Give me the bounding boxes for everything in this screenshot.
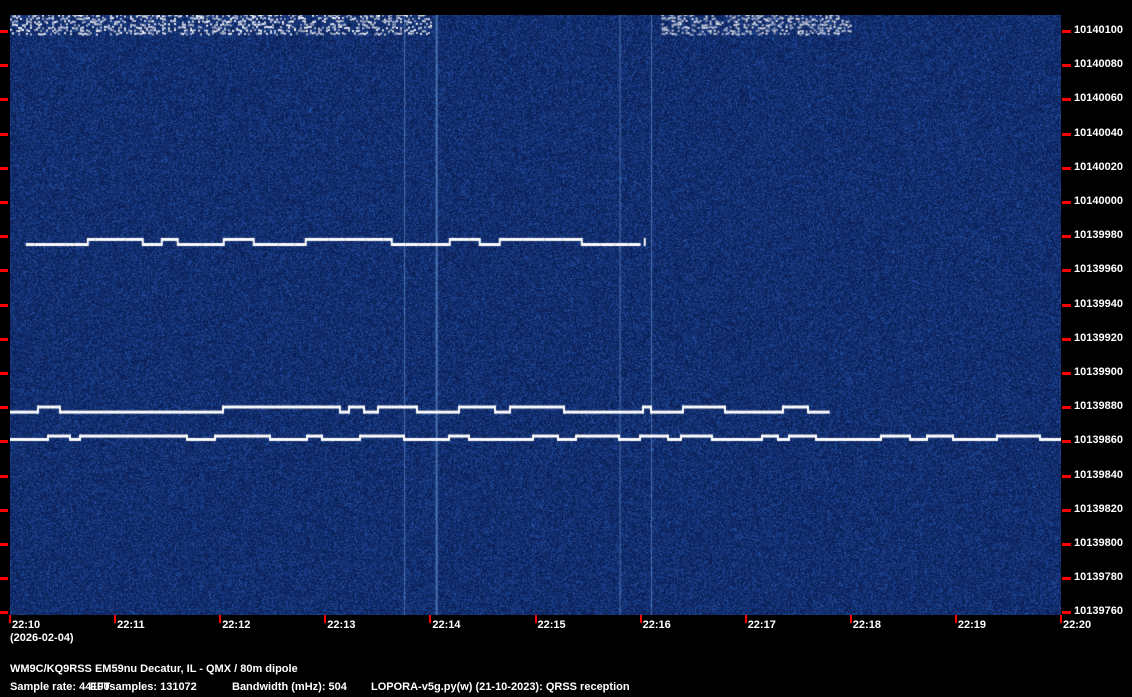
software-info: LOPORA-v5g.py(w) (21-10-2023): QRSS rece… (371, 681, 630, 693)
y-tick-mark (1062, 406, 1071, 410)
y-tick-label: 10140100 (1074, 24, 1123, 36)
y-tick-mark (1062, 577, 1071, 581)
x-tick-label: 22:17 (747, 619, 776, 631)
y-tick-label: 10139920 (1074, 331, 1123, 344)
y-tick-mark (1062, 303, 1071, 307)
x-tick-label: 22:13 (327, 619, 356, 631)
y-tick-mark (0, 337, 8, 341)
x-tick-mark (534, 615, 537, 623)
x-tick-mark (9, 615, 11, 623)
y-tick-label: 10139780 (1074, 571, 1123, 584)
x-tick-label: 22:20 (1063, 619, 1092, 631)
bandwidth: Bandwidth (mHz): 504 (232, 681, 347, 693)
y-tick-label: 10139980 (1074, 229, 1123, 242)
y-tick-mark (1062, 372, 1071, 375)
y-tick-label: 10140040 (1074, 126, 1123, 139)
x-tick-mark (114, 615, 117, 623)
y-tick-mark (0, 474, 8, 478)
x-tick-mark (954, 615, 957, 623)
y-tick-label: 10139800 (1074, 537, 1123, 549)
x-tick-label: 22:14 (432, 619, 461, 631)
y-tick-label: 10140000 (1074, 195, 1123, 207)
station-info: WM9C/KQ9RSS EM59nu Decatur, IL - QMX / 8… (10, 663, 298, 675)
y-tick-mark (0, 577, 8, 581)
y-tick-label: 10140020 (1074, 160, 1123, 173)
y-tick-mark (0, 98, 8, 102)
x-tick-mark (744, 615, 747, 623)
y-tick-mark (0, 611, 8, 615)
y-tick-mark (1062, 508, 1071, 512)
y-tick-label: 10140060 (1074, 92, 1123, 105)
waterfall-plot (10, 15, 1061, 615)
y-tick-mark (0, 166, 8, 170)
y-tick-label: 10139960 (1074, 263, 1123, 276)
y-tick-mark (1062, 30, 1071, 33)
y-tick-label: 10139880 (1074, 400, 1123, 413)
y-tick-mark (0, 132, 8, 136)
y-tick-label: 10140080 (1074, 58, 1123, 71)
y-tick-mark (0, 508, 8, 512)
y-tick-label: 10139760 (1074, 605, 1123, 618)
x-tick-mark (324, 615, 327, 623)
y-tick-mark (1062, 269, 1071, 273)
y-tick-label: 10139900 (1074, 366, 1123, 378)
x-tick-mark (849, 615, 852, 623)
x-tick-label: 22:10 (12, 619, 41, 631)
y-tick-mark (1062, 166, 1071, 170)
y-tick-mark (1062, 337, 1071, 341)
y-tick-mark (0, 440, 8, 444)
y-tick-mark (0, 406, 8, 410)
y-tick-mark (1062, 201, 1071, 204)
x-tick-label: 22:16 (642, 619, 671, 631)
y-tick-label: 10139940 (1074, 297, 1123, 310)
x-tick-mark (429, 615, 432, 623)
y-tick-mark (0, 64, 8, 68)
y-tick-mark (1062, 440, 1071, 444)
x-tick-label: 22:19 (957, 619, 987, 631)
y-tick-mark (1062, 132, 1071, 136)
y-tick-mark (0, 303, 8, 307)
y-tick-mark (0, 372, 8, 375)
y-tick-mark (1062, 474, 1071, 478)
x-tick-mark (219, 615, 222, 623)
date-label: (2026-02-04) (10, 632, 74, 644)
fft-samples: FFTsamples: 131072 (90, 681, 197, 693)
y-tick-mark (0, 543, 8, 546)
y-tick-mark (1062, 235, 1071, 239)
y-tick-mark (1062, 98, 1071, 102)
x-tick-label: 22:12 (222, 619, 251, 631)
y-tick-label: 10139840 (1074, 468, 1123, 481)
x-tick-label: 22:18 (852, 619, 881, 631)
y-tick-mark (0, 269, 8, 273)
y-tick-mark (0, 235, 8, 239)
x-tick-mark (639, 615, 642, 623)
y-tick-mark (0, 201, 8, 204)
y-tick-label: 10139860 (1074, 434, 1123, 447)
x-tick-label: 22:15 (537, 619, 566, 631)
x-tick-label: 22:11 (117, 619, 145, 631)
y-tick-mark (0, 30, 8, 33)
y-tick-mark (1062, 64, 1071, 68)
y-tick-mark (1062, 543, 1071, 546)
x-tick-mark (1060, 615, 1062, 623)
y-tick-mark (1062, 611, 1071, 615)
y-tick-label: 10139820 (1074, 502, 1123, 515)
